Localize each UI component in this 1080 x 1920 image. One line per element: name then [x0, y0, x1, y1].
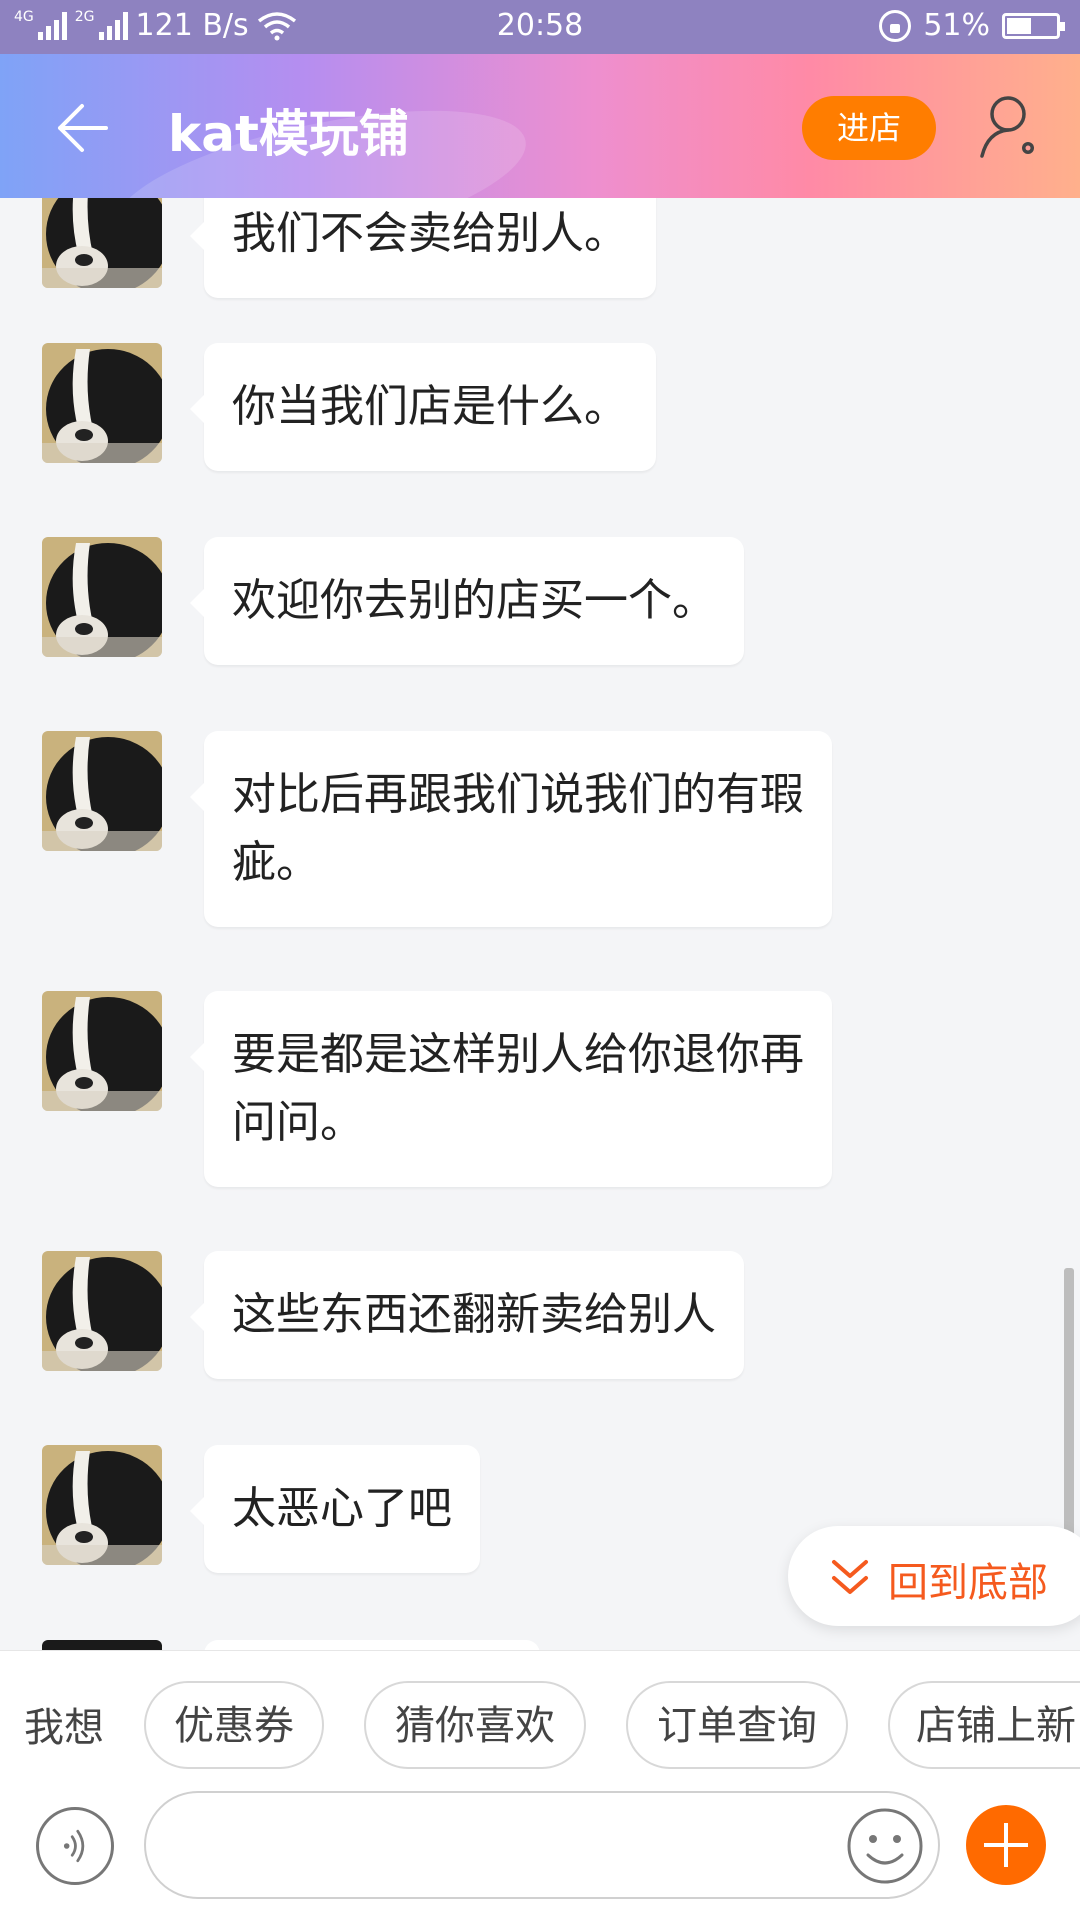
shop-title: kat模玩铺 — [168, 105, 409, 163]
avatar[interactable] — [42, 198, 162, 288]
avatar[interactable] — [42, 537, 162, 657]
message-bubble[interactable]: 这些东西还翻新卖给别人 — [190, 1251, 744, 1379]
emoji-icon[interactable] — [844, 1805, 926, 1887]
status-bar: 4G 2G 121 B/s 20:58 51% — [0, 0, 1080, 54]
back-to-bottom-label: 回到底部 — [888, 1560, 1048, 1606]
message-bubble[interactable]: 太恶心了吧 — [190, 1445, 480, 1573]
message-text: 你当我们店是什么。 — [232, 381, 628, 432]
chip-order-query[interactable]: 订单查询 — [626, 1681, 848, 1769]
chat-header: kat模玩铺 进店 — [0, 54, 1080, 198]
message-text-line: 疵。 — [232, 837, 320, 888]
dog-avatar-icon — [42, 731, 162, 851]
message-text: 这些东西还翻新卖给别人 — [232, 1289, 716, 1340]
quick-reply-label: 我想 — [24, 1705, 104, 1751]
rotation-lock-icon — [879, 9, 912, 42]
avatar[interactable] — [42, 991, 162, 1111]
chip-new-arrivals[interactable]: 店铺上新 — [888, 1681, 1080, 1769]
avatar[interactable] — [42, 731, 162, 851]
user-settings-icon[interactable] — [978, 94, 1042, 160]
avatar[interactable] — [42, 1251, 162, 1371]
battery-icon — [1002, 12, 1065, 39]
chat-area[interactable]: 我们不会卖给别人。 你当我们店是什么。 欢迎你去别的店买一个。 对比后再跟我们说… — [0, 198, 1080, 1650]
avatar[interactable] — [42, 343, 162, 463]
dog-avatar-icon — [42, 1445, 162, 1565]
message-bubble[interactable] — [204, 1640, 540, 1650]
plus-icon[interactable] — [966, 1805, 1046, 1885]
message-text-line: 问问。 — [232, 1097, 364, 1148]
dog-avatar-icon — [42, 343, 162, 463]
dog-avatar-icon — [42, 991, 162, 1111]
message-text-line: 对比后再跟我们说我们的有瑕 — [232, 769, 804, 820]
status-right: 51% — [879, 8, 1065, 43]
message-bubble[interactable]: 对比后再跟我们说我们的有瑕 疵。 — [190, 731, 832, 927]
message-bubble[interactable]: 你当我们店是什么。 — [190, 343, 656, 471]
avatar[interactable] — [42, 1445, 162, 1565]
battery-fill — [1007, 17, 1032, 34]
chip-guess-you-like[interactable]: 猜你喜欢 — [364, 1681, 586, 1769]
battery-percent: 51% — [923, 8, 990, 43]
message-bubble[interactable]: 我们不会卖给别人。 — [190, 198, 656, 298]
enter-store-button[interactable]: 进店 — [802, 96, 936, 160]
back-to-bottom-button[interactable]: 回到底部 — [788, 1526, 1080, 1626]
back-arrow-icon[interactable] — [52, 100, 112, 156]
scrollbar[interactable] — [1064, 1268, 1074, 1538]
bottom-panel: 我想 优惠券 猜你喜欢 订单查询 店铺上新 — [0, 1650, 1080, 1920]
message-bubble[interactable]: 欢迎你去别的店买一个。 — [190, 537, 744, 665]
message-bubble[interactable]: 要是都是这样别人给你退你再 问问。 — [190, 991, 832, 1187]
dog-avatar-icon — [42, 1251, 162, 1371]
message-text: 太恶心了吧 — [232, 1483, 452, 1534]
dog-avatar-icon — [42, 537, 162, 657]
dog-avatar-icon — [42, 198, 162, 288]
chevron-double-down-icon — [832, 1560, 868, 1594]
voice-icon[interactable] — [36, 1807, 114, 1885]
message-text-line: 要是都是这样别人给你退你再 — [232, 1029, 804, 1080]
message-text: 欢迎你去别的店买一个。 — [232, 575, 716, 626]
message-text: 我们不会卖给别人。 — [232, 208, 628, 259]
chip-coupon[interactable]: 优惠券 — [144, 1681, 324, 1769]
avatar[interactable] — [42, 1640, 162, 1650]
message-input[interactable] — [144, 1791, 940, 1899]
